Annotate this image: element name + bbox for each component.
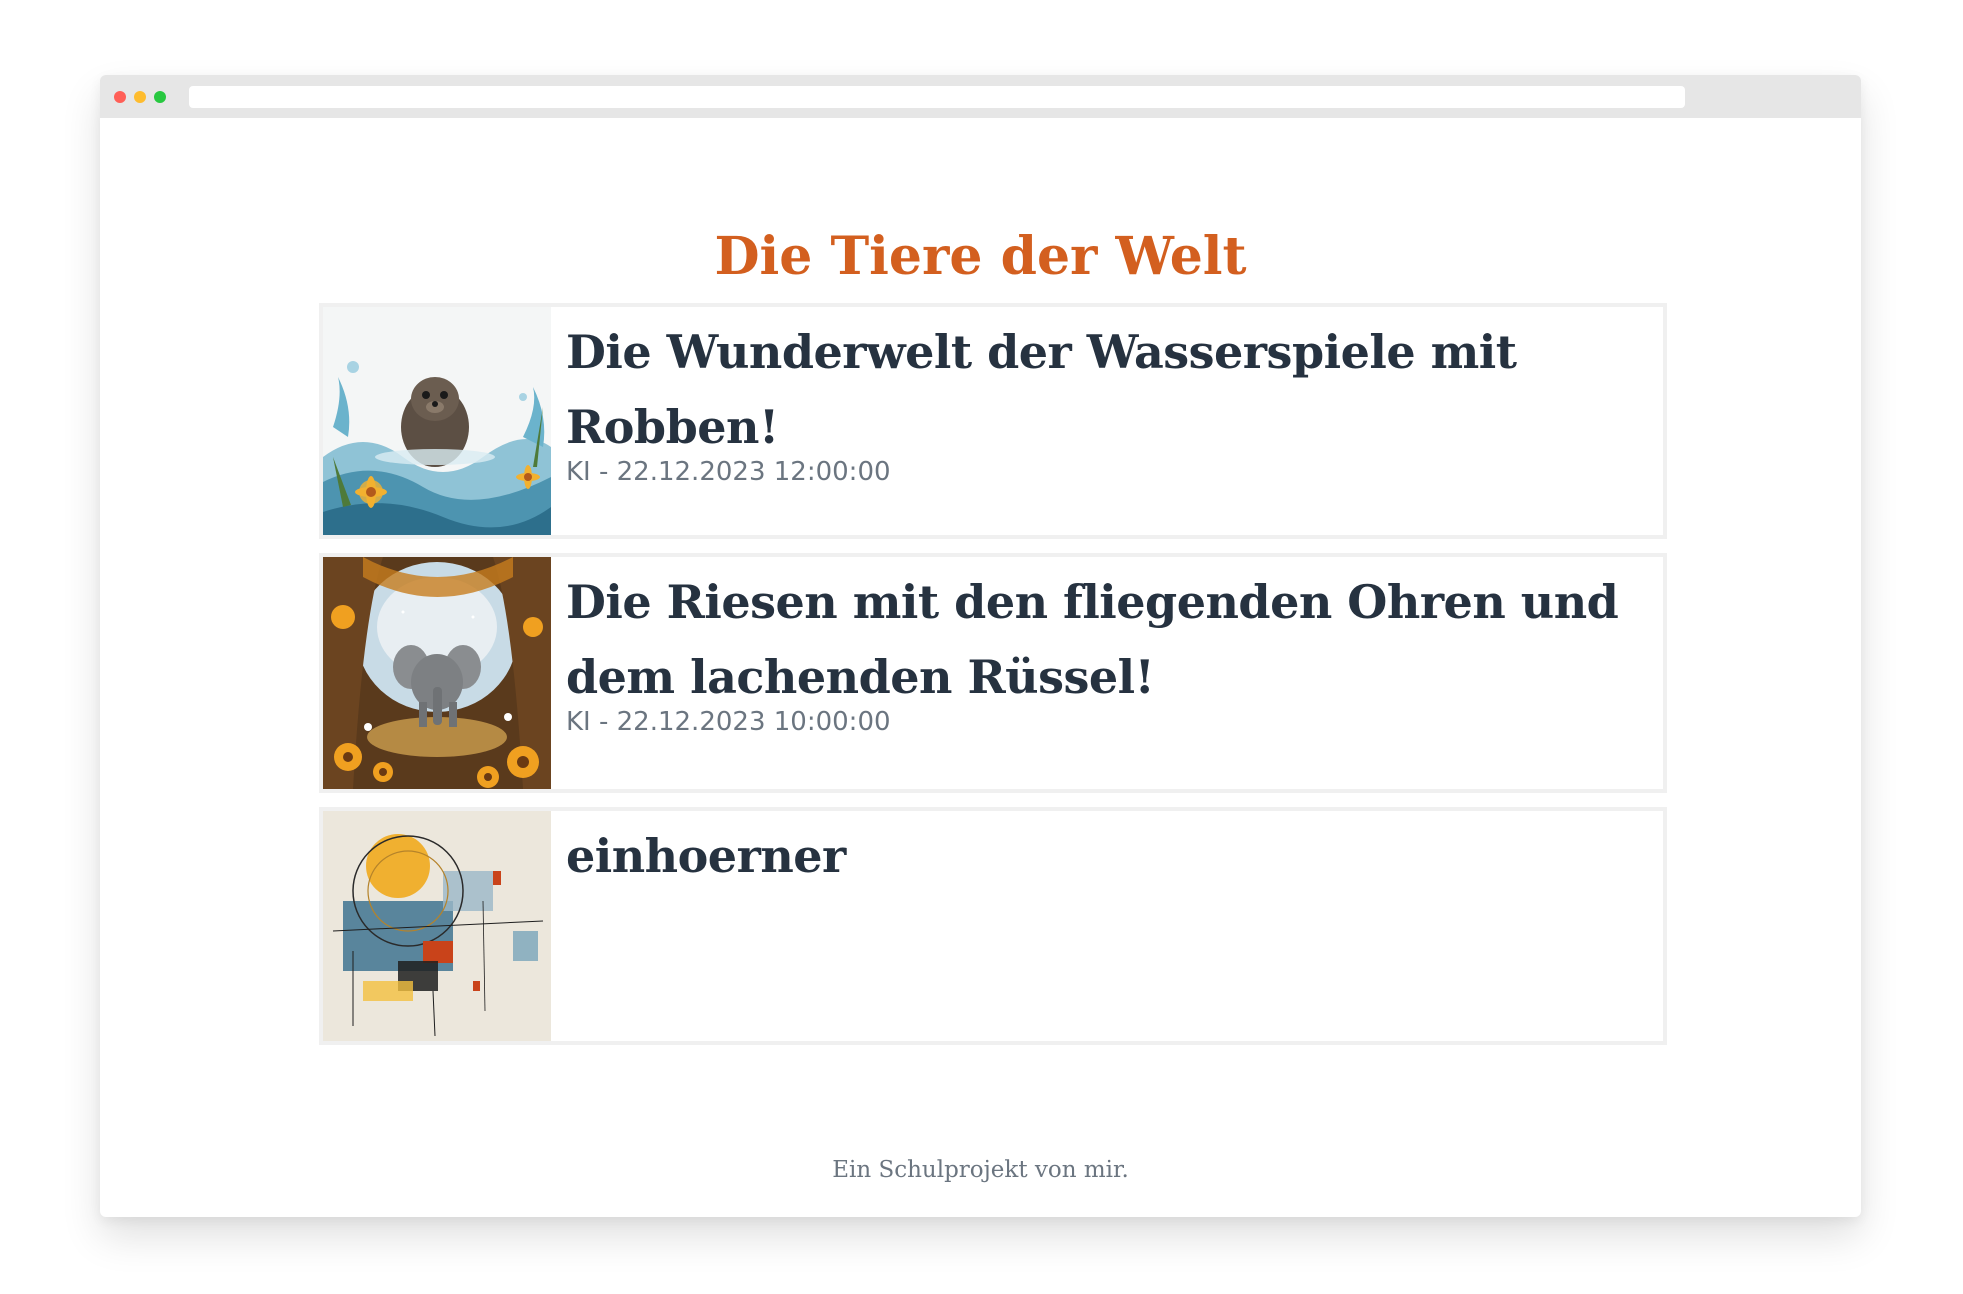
seal-image <box>323 307 551 535</box>
footer-text: Ein Schulprojekt von mir. <box>832 1157 1129 1183</box>
post-card-2[interactable]: Die Riesen mit den fliegenden Ohren und … <box>319 553 1667 793</box>
post-thumbnail[interactable] <box>323 811 551 1041</box>
post-title[interactable]: Die Wunderwelt der Wasserspiele mit Robb… <box>566 315 1655 465</box>
post-title[interactable]: Die Riesen mit den fliegenden Ohren und … <box>566 565 1655 715</box>
close-window-icon[interactable] <box>114 91 126 103</box>
post-title[interactable]: einhoerner <box>566 819 1655 894</box>
post-thumbnail[interactable] <box>323 557 551 789</box>
post-card-1[interactable]: Die Wunderwelt der Wasserspiele mit Robb… <box>319 303 1667 539</box>
elephant-image <box>323 557 551 789</box>
post-meta: KI - 22.12.2023 12:00:00 <box>566 457 891 487</box>
post-text: einhoerner <box>566 819 1655 894</box>
browser-titlebar <box>100 75 1861 118</box>
post-text: Die Riesen mit den fliegenden Ohren und … <box>566 565 1655 737</box>
abstract-image <box>323 811 551 1041</box>
address-bar[interactable] <box>189 86 1685 108</box>
post-text: Die Wunderwelt der Wasserspiele mit Robb… <box>566 315 1655 487</box>
maximize-window-icon[interactable] <box>154 91 166 103</box>
page-title: Die Tiere der Welt <box>714 226 1247 287</box>
browser-window: Die Tiere der Welt Die Wunderwelt der Wa… <box>100 75 1861 1217</box>
post-card-3[interactable]: einhoerner <box>319 807 1667 1045</box>
minimize-window-icon[interactable] <box>134 91 146 103</box>
post-thumbnail[interactable] <box>323 307 551 535</box>
